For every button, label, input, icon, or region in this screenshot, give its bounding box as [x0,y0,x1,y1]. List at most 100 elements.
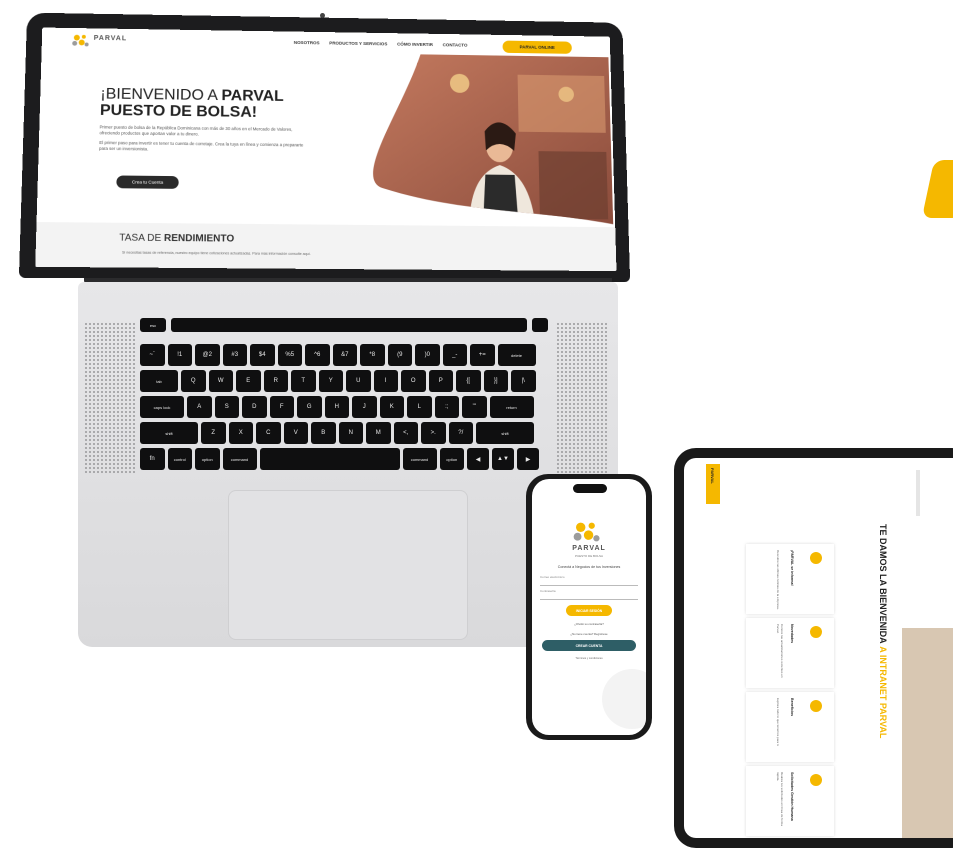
keyboard-key[interactable]: L [407,396,432,418]
tablet-heading: TE DAMOS LA BIENVENIDA A INTRANET PARVAL [878,524,888,738]
card-text: Explora todo lo que tenemos para ti. [776,698,780,758]
keyboard-key[interactable]: shift [476,422,534,444]
tablet-card-column: ¡PARVAL se informa! Descubre las últimas… [746,544,836,834]
keyboard-key[interactable]: return [490,396,534,418]
keyboard-key[interactable]: B [311,422,336,444]
keyboard-key[interactable]: T [291,370,316,392]
keyboard-key[interactable]: V [284,422,309,444]
newspaper-icon [810,552,822,564]
keyboard-key[interactable]: A [187,396,212,418]
dynamic-island [573,484,607,493]
keyboard-key[interactable]: ?/ [449,422,474,444]
keyboard-key[interactable]: M [366,422,391,444]
keyboard-key[interactable]: J [352,396,377,418]
keyboard-key[interactable]: )0 [415,344,440,366]
keyboard-key[interactable]: caps lock [140,396,184,418]
keyboard-key[interactable]: N [339,422,364,444]
keyboard-key[interactable]: <, [394,422,419,444]
keyboard-key[interactable]: _- [443,344,468,366]
touch-id-key[interactable] [532,318,548,332]
keyboard-key[interactable]: W [209,370,234,392]
card-beneficios[interactable]: Beneficios Explora todo lo que tenemos p… [746,692,834,762]
rates-title: TASA DE RENDIMIENTO [119,233,234,245]
keyboard-key[interactable]: R [264,370,289,392]
keyboard-key[interactable]: P [429,370,454,392]
keyboard-key[interactable]: (9 [388,344,413,366]
keyboard-key[interactable]: delete [498,344,536,366]
keyboard-key[interactable]: #3 [223,344,248,366]
keyboard-key[interactable]: D [242,396,267,418]
keyboard-key[interactable]: option [440,448,465,470]
megaphone-icon [810,626,822,638]
tablet-screen: PARVAL TE DAMOS LA BIENVENIDA A INTRANET… [684,458,953,838]
hero-title-brand: PARVAL [221,88,283,105]
phone-logo-text: PARVAL [532,545,646,552]
keyboard-key[interactable]: command [223,448,257,470]
terms-link[interactable]: Términos y condiciones [532,657,646,660]
keyboard-key[interactable]: {[ [456,370,481,392]
rates-title-bold: RENDIMIENTO [164,233,234,244]
keyboard-key[interactable]: $4 [250,344,275,366]
keyboard-key[interactable]: K [380,396,405,418]
keyboard-key[interactable]: Y [319,370,344,392]
offscreen-yellow-device [922,160,953,218]
keyboard-key[interactable]: shift [140,422,198,444]
laptop-screen: PARVAL NOSOTROS PRODUCTOS Y SERVICIOS CÓ… [35,28,616,272]
keyboard-key[interactable]: F [270,396,295,418]
keyboard-key[interactable]: :; [435,396,460,418]
keyboard-key[interactable]: ~` [140,344,165,366]
keyboard-key[interactable]: C [256,422,281,444]
create-account-button[interactable]: Crea tu Cuenta [116,175,178,188]
card-novedades[interactable]: Novedades Conoce las actualizaciones rec… [746,618,834,688]
keyboard-key[interactable]: Q [181,370,206,392]
keyboard-key[interactable]: += [470,344,495,366]
keyboard-key[interactable]: tab [140,370,178,392]
forgot-password-link[interactable]: ¿Olvidó su contraseña? [532,622,646,626]
keyboard-key[interactable]: E [236,370,261,392]
email-field[interactable]: Correo electrónico [540,575,638,586]
keyboard-key[interactable]: option [195,448,220,470]
touch-bar[interactable] [171,318,527,332]
hero-description: Primer puesto de bolsa de la República D… [99,125,308,155]
keyboard-key[interactable]: ◀ [467,448,489,470]
login-button[interactable]: INICIAR SESIÓN [566,605,612,616]
nav-link-contacto[interactable]: CONTACTO [443,42,468,47]
create-account-button[interactable]: CREAR CUENTA [542,640,636,651]
nav-link-como-invertir[interactable]: CÓMO INVERTIR [397,42,433,47]
keyboard-key[interactable]: I [374,370,399,392]
keyboard-key[interactable]: command [403,448,437,470]
phone-login-subtitle: Conectá a Negocios de tus Inversiones [532,565,646,569]
password-field[interactable]: Contraseña [540,589,638,600]
keyboard-key[interactable]: }] [484,370,509,392]
keyboard-key[interactable]: fn [140,448,165,470]
laptop-trackpad[interactable] [228,490,468,640]
keyboard-key[interactable]: S [215,396,240,418]
keyboard-key[interactable]: >. [421,422,446,444]
keyboard-key[interactable]: X [229,422,254,444]
keyboard-key[interactable]: "' [462,396,487,418]
keyboard-key[interactable]: Z [201,422,226,444]
keyboard-key[interactable]: &7 [333,344,358,366]
card-parval-se-informa[interactable]: ¡PARVAL se informa! Descubre las últimas… [746,544,834,614]
keyboard-key[interactable]: !1 [168,344,193,366]
parval-online-button[interactable]: PARVAL ONLINE [502,41,571,54]
keyboard-key[interactable]: ▲▼ [492,448,514,470]
keyboard-key[interactable]: control [168,448,193,470]
nav-link-productos[interactable]: PRODUCTOS Y SERVICIOS [329,41,387,47]
keyboard-key[interactable]: ▶ [517,448,539,470]
keyboard-key[interactable]: %5 [278,344,303,366]
keyboard-key[interactable] [260,448,400,470]
laptop-keyboard: esc ~` !1 @2 #3 $4 %5 ^6 &7 *8 (9)0 _- += delete tab Q W… [140,318,550,483]
keyboard-key[interactable]: ^6 [305,344,330,366]
card-gestion-humana[interactable]: Solicitudes Gestión Humana Realiza tus s… [746,766,834,836]
keyboard-key[interactable]: G [297,396,322,418]
keyboard-key[interactable]: O [401,370,426,392]
keyboard-key[interactable]: esc [140,318,166,332]
keyboard-key[interactable]: |\ [511,370,536,392]
keyboard-key[interactable]: H [325,396,350,418]
register-link[interactable]: ¿No tiene cuenta? Regístrese [532,632,646,636]
keyboard-key[interactable]: @2 [195,344,220,366]
nav-link-nosotros[interactable]: NOSOTROS [294,40,320,45]
keyboard-key[interactable]: *8 [360,344,385,366]
keyboard-key[interactable]: U [346,370,371,392]
